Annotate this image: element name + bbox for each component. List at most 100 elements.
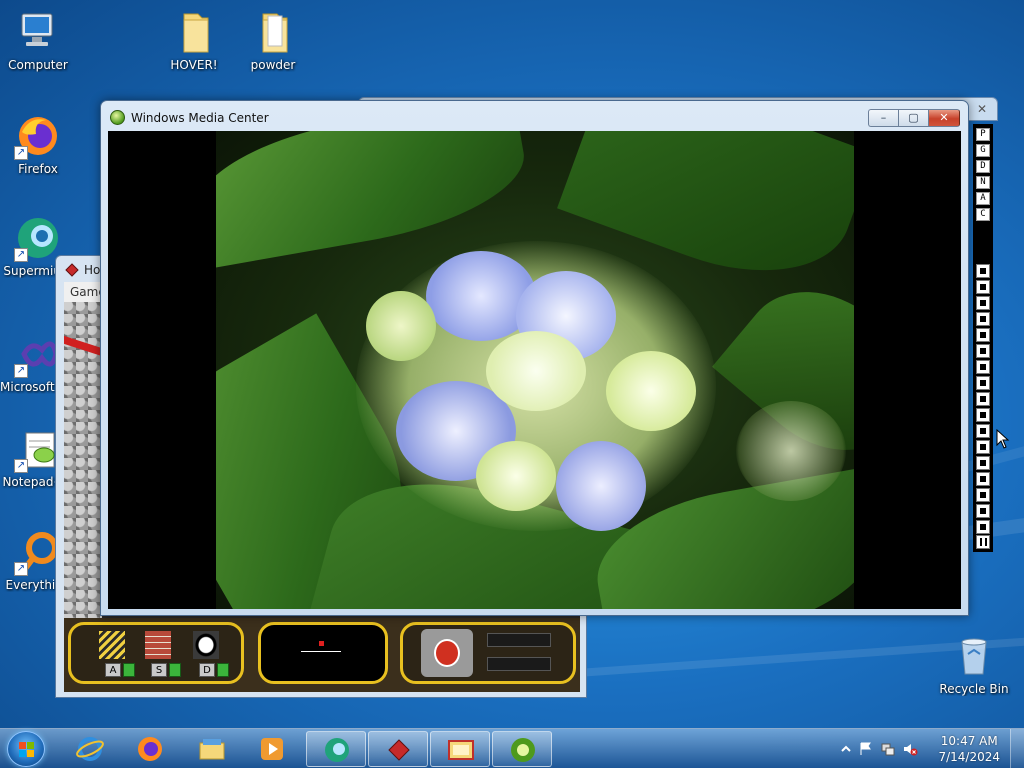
toolbar-button-p[interactable]: P — [976, 128, 990, 141]
show-desktop-button[interactable] — [1010, 729, 1024, 768]
toolbar-tool-4-icon[interactable] — [976, 312, 990, 326]
windows-media-center-window[interactable]: Windows Media Center – ▢ ✕ — [100, 100, 969, 616]
powerup-panel: A S D — [68, 622, 244, 684]
start-button[interactable] — [7, 731, 45, 767]
wmc-content-area[interactable] — [108, 131, 961, 609]
taskbar-item-supermium[interactable] — [306, 731, 366, 767]
desktop-icon-hover-folder[interactable]: HOVER! — [156, 8, 232, 72]
taskbar-item-windows-media-center[interactable] — [492, 731, 552, 767]
background-window-close-button[interactable]: ✕ — [971, 102, 993, 117]
desktop-icon-firefox[interactable]: ↗ Firefox — [0, 112, 76, 176]
show-hidden-icons-icon[interactable] — [838, 741, 854, 757]
shortcut-arrow-icon: ↗ — [14, 459, 28, 473]
shortcut-arrow-icon: ↗ — [14, 146, 28, 160]
game-hud: A S D — [64, 618, 580, 692]
toolbar-tool-14-icon[interactable] — [976, 472, 990, 486]
toolbar-tool-13-icon[interactable] — [976, 456, 990, 470]
side-toolbar: P G D N A C — [973, 124, 993, 552]
toolbar-button-n[interactable]: N — [976, 176, 990, 189]
desktop-icon-computer[interactable]: Computer — [0, 8, 76, 72]
hydrangea-photo — [216, 131, 854, 609]
computer-icon — [14, 8, 62, 56]
network-icon[interactable] — [880, 741, 896, 757]
windows-media-center-icon — [511, 738, 535, 762]
spring-powerup-icon — [99, 631, 125, 659]
windows-media-center-icon — [110, 110, 125, 125]
desktop-icon-label: Firefox — [18, 162, 58, 176]
toolbar-tool-12-icon[interactable] — [976, 440, 990, 454]
desktop-icon-label: Recycle Bin — [939, 682, 1009, 696]
taskbar-item-file-explorer[interactable] — [182, 731, 242, 767]
photo-viewer-icon — [448, 740, 474, 760]
supermium-icon — [325, 738, 349, 762]
action-center-flag-icon[interactable] — [858, 741, 874, 757]
toolbar-tool-8-icon[interactable] — [976, 376, 990, 390]
toolbar-tool-1-icon[interactable] — [976, 264, 990, 278]
toolbar-tool-17-icon[interactable] — [976, 520, 990, 534]
shortcut-arrow-icon: ↗ — [14, 364, 28, 378]
file-explorer-icon — [199, 739, 225, 760]
desktop-icon-recycle-bin[interactable]: Recycle Bin — [936, 632, 1012, 696]
toolbar-tool-11-icon[interactable] — [976, 424, 990, 438]
pause-icon[interactable] — [976, 535, 990, 549]
toolbar-tool-2-icon[interactable] — [976, 280, 990, 294]
taskbar-item-hover-game[interactable] — [368, 731, 428, 767]
firefox-icon — [138, 737, 162, 761]
supermium-icon: ↗ — [14, 214, 62, 262]
shortcut-arrow-icon: ↗ — [14, 248, 28, 262]
toolbar-tool-16-icon[interactable] — [976, 504, 990, 518]
radar-panel — [258, 622, 388, 684]
toolbar-tool-6-icon[interactable] — [976, 344, 990, 358]
desktop-icon-label: HOVER! — [170, 58, 218, 72]
shortcut-arrow-icon: ↗ — [14, 562, 28, 576]
desktop-icon-powder-folder[interactable]: powder — [235, 8, 311, 72]
hover-craft-badge — [421, 629, 473, 677]
folder-icon — [170, 8, 218, 56]
taskbar-item-media-player[interactable] — [242, 731, 302, 767]
windows-logo-icon — [19, 742, 35, 758]
toolbar-tool-15-icon[interactable] — [976, 488, 990, 502]
media-player-icon — [261, 738, 283, 760]
taskbar-item-photo-viewer[interactable] — [430, 731, 490, 767]
radar-blip-icon — [319, 641, 324, 646]
recycle-bin-icon — [950, 632, 998, 680]
arrow-s-icon — [169, 663, 181, 677]
minimize-button[interactable]: – — [868, 109, 898, 127]
toolbar-tool-5-icon[interactable] — [976, 328, 990, 342]
close-button[interactable]: ✕ — [928, 109, 960, 127]
clock-time: 10:47 AM — [940, 734, 998, 748]
arrow-a-icon — [123, 663, 135, 677]
toolbar-tool-3-icon[interactable] — [976, 296, 990, 310]
maximize-button[interactable]: ▢ — [898, 109, 928, 127]
key-s: S — [151, 663, 167, 677]
flag-bar — [487, 657, 551, 671]
wmc-title: Windows Media Center — [131, 111, 269, 125]
desktop-icon-label: powder — [250, 58, 296, 72]
clock[interactable]: 10:47 AM 7/14/2024 — [938, 733, 1000, 765]
volume-muted-icon[interactable] — [902, 741, 918, 757]
key-d: D — [199, 663, 215, 677]
clock-date: 7/14/2024 — [938, 750, 1000, 764]
arrow-d-icon — [217, 663, 229, 677]
taskbar: 10:47 AM 7/14/2024 — [0, 728, 1024, 768]
toolbar-tool-10-icon[interactable] — [976, 408, 990, 422]
system-tray: 10:47 AM 7/14/2024 — [834, 729, 1024, 768]
status-panel — [400, 622, 576, 684]
toolbar-button-c[interactable]: C — [976, 208, 990, 221]
toolbar-tool-9-icon[interactable] — [976, 392, 990, 406]
wall-powerup-icon — [145, 631, 171, 659]
taskbar-item-internet-explorer[interactable] — [60, 731, 120, 767]
hover-game-icon — [388, 739, 410, 761]
game-window-title: Ho — [84, 263, 101, 277]
toolbar-button-d[interactable]: D — [976, 160, 990, 173]
taskbar-item-firefox[interactable] — [120, 731, 180, 767]
toolbar-tool-7-icon[interactable] — [976, 360, 990, 374]
desktop-icon-label: Computer — [8, 58, 68, 72]
toolbar-button-g[interactable]: G — [976, 144, 990, 157]
wmc-titlebar[interactable]: Windows Media Center – ▢ ✕ — [101, 101, 968, 131]
cloak-powerup-icon — [193, 631, 219, 659]
hover-game-icon — [65, 263, 79, 277]
folder-icon — [249, 8, 297, 56]
caption-buttons: – ▢ ✕ — [868, 109, 960, 127]
toolbar-button-a[interactable]: A — [976, 192, 990, 205]
